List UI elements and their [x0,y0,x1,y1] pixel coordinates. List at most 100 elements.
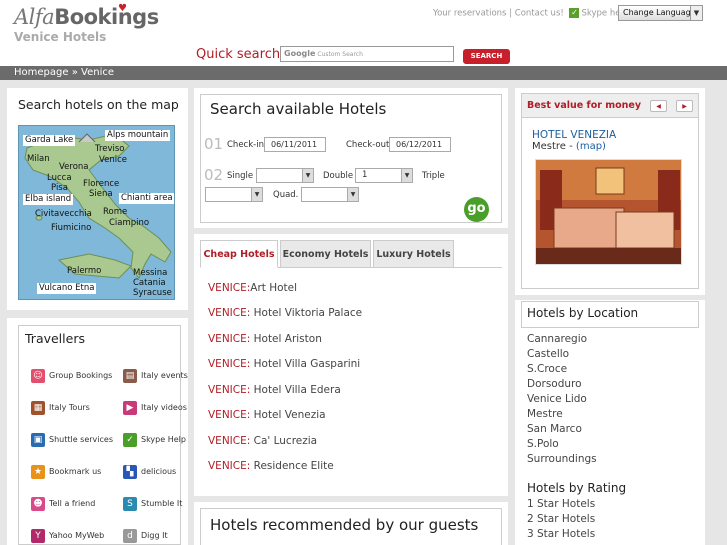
group-icon: ☺ [31,369,45,383]
skype-help-link[interactable]: Skype Help [141,435,186,444]
map-title: Search hotels on the map [18,97,179,112]
italy-map[interactable]: Garda Lake Alps mountain Treviso Milan V… [18,125,175,300]
go-button[interactable]: go [464,197,489,222]
hotel-row[interactable]: VENICE: Hotel Venezia [208,409,326,421]
travellers-title: Travellers [25,331,85,346]
italy-events-link[interactable]: Italy events [141,371,188,380]
tours-icon: ▦ [31,401,45,415]
yahoo-icon: Y [31,529,45,543]
location-title: Hotels by Location [527,306,639,320]
best-value-hotel-link[interactable]: HOTEL VENEZIA [532,129,616,141]
yahoo-link[interactable]: Yahoo MyWeb [49,531,104,540]
quad-label: Quad. [273,190,299,200]
checkout-label: Check-out [346,140,390,150]
rating-link[interactable]: 3 Star Hotels [527,528,595,540]
location-link[interactable]: Dorsoduro [527,378,582,390]
shuttle-services-link[interactable]: Shuttle services [49,435,113,444]
single-select[interactable]: ▼ [256,168,314,183]
chevron-down-icon: ▼ [251,188,262,201]
chevron-down-icon: ▼ [302,169,313,182]
rating-title: Hotels by Rating [527,481,627,495]
logo[interactable]: AlfaBookings ♥ [14,3,159,29]
prev-icon[interactable]: ◀ [650,100,667,112]
tab-luxury-hotels[interactable]: Luxury Hotels [373,240,454,268]
video-icon: ▶ [123,401,137,415]
hotel-row[interactable]: VENICE: Hotel Ariston [208,333,322,345]
location-link[interactable]: Venice Lido [527,393,587,405]
rating-link[interactable]: 1 Star Hotels [527,498,595,510]
best-value-location: Mestre - (map) [532,141,606,152]
hotel-row[interactable]: VENICE: Hotel Villa Gasparini [208,358,360,370]
heart-icon: ♥ [118,3,127,14]
digg-icon: d [123,529,137,543]
hotel-row[interactable]: VENICE: Ca' Lucrezia [208,435,317,447]
bookmark-link[interactable]: Bookmark us [49,467,101,476]
checkin-input[interactable]: 06/11/2011 [264,137,326,152]
top-links: Your reservations | Contact us! ✓ Skype h… [433,8,629,19]
digg-link[interactable]: Digg It [141,531,168,540]
location-link[interactable]: Surroundings [527,453,597,465]
italy-videos-link[interactable]: Italy videos [141,403,187,412]
location-link[interactable]: S.Polo [527,438,559,450]
location-link[interactable]: Cannaregio [527,333,587,345]
tab-cheap-hotels[interactable]: Cheap Hotels [200,240,278,268]
checkout-input[interactable]: 06/12/2011 [389,137,451,152]
hotel-row[interactable]: VENICE:Art Hotel [208,282,297,294]
italy-tours-link[interactable]: Italy Tours [49,403,90,412]
google-logo: Google [284,49,316,58]
location-panel: Hotels by Location Cannaregio Castello S… [515,300,705,545]
chevron-down-icon[interactable]: ▼ [690,5,703,21]
triple-select[interactable]: ▼ [205,187,263,202]
next-icon[interactable]: ▶ [676,100,693,112]
location-link[interactable]: Castello [527,348,569,360]
breadcrumb: Homepage » Venice [0,66,727,80]
breadcrumb-home[interactable]: Homepage [14,67,69,78]
events-icon: ▤ [123,369,137,383]
star-icon: ★ [31,465,45,479]
travellers-panel: Travellers ☺ Group Bookings ▤ Italy even… [7,318,188,545]
breadcrumb-current: Venice [81,67,114,78]
check-icon: ✓ [569,8,580,18]
chevron-down-icon: ▼ [401,169,412,182]
map-link[interactable]: (map) [576,141,606,152]
search-input[interactable]: Google Custom Search [280,46,454,62]
bus-icon: ▣ [31,433,45,447]
group-bookings-link[interactable]: Group Bookings [49,371,112,380]
hotels-panel: Cheap Hotels Economy Hotels Luxury Hotel… [194,234,508,496]
hotel-photo[interactable] [535,159,682,265]
friends-icon: ☻ [31,497,45,511]
search-title: Search available Hotels [210,100,387,118]
quad-select[interactable]: ▼ [301,187,359,202]
location-link[interactable]: S.Croce [527,363,567,375]
hotel-row[interactable]: VENICE: Hotel Viktoria Palace [208,307,362,319]
contact-link[interactable]: Contact us! [515,9,564,19]
search-panel: Search available Hotels 01 Check-in 06/1… [194,88,508,228]
double-select[interactable]: 1 ▼ [355,168,413,183]
map-panel: Search hotels on the map Garda Lake Alps… [7,88,188,310]
rating-link[interactable]: 2 Star Hotels [527,513,595,525]
site-subtitle: Venice Hotels [14,30,107,44]
delicious-icon: ▚ [123,465,137,479]
step-number: 01 [204,135,224,153]
best-value-header: Best value for money ◀ ▶ [522,94,698,118]
tab-divider [278,267,502,268]
stumble-icon: S [123,497,137,511]
best-value-panel: Best value for money ◀ ▶ HOTEL VENEZIA M… [515,88,705,295]
quick-search-label: Quick search [196,47,281,62]
step-number: 02 [204,166,224,184]
search-button[interactable]: SEARCH [463,49,510,64]
checkin-label: Check-in [227,140,264,150]
hotel-row[interactable]: VENICE: Residence Elite [208,460,334,472]
chevron-down-icon: ▼ [347,188,358,201]
triple-label: Triple [422,171,445,181]
hotel-row[interactable]: VENICE: Hotel Villa Edera [208,384,341,396]
tab-economy-hotels[interactable]: Economy Hotels [280,240,371,268]
reservations-link[interactable]: Your reservations [433,9,507,19]
best-value-title: Best value for money [527,100,642,111]
location-link[interactable]: Mestre [527,408,563,420]
stumble-link[interactable]: Stumble It [141,499,182,508]
location-link[interactable]: San Marco [527,423,582,435]
tell-friend-link[interactable]: Tell a friend [49,499,95,508]
header: AlfaBookings ♥ Venice Hotels Your reserv… [0,0,727,66]
delicious-link[interactable]: delicious [141,467,176,476]
